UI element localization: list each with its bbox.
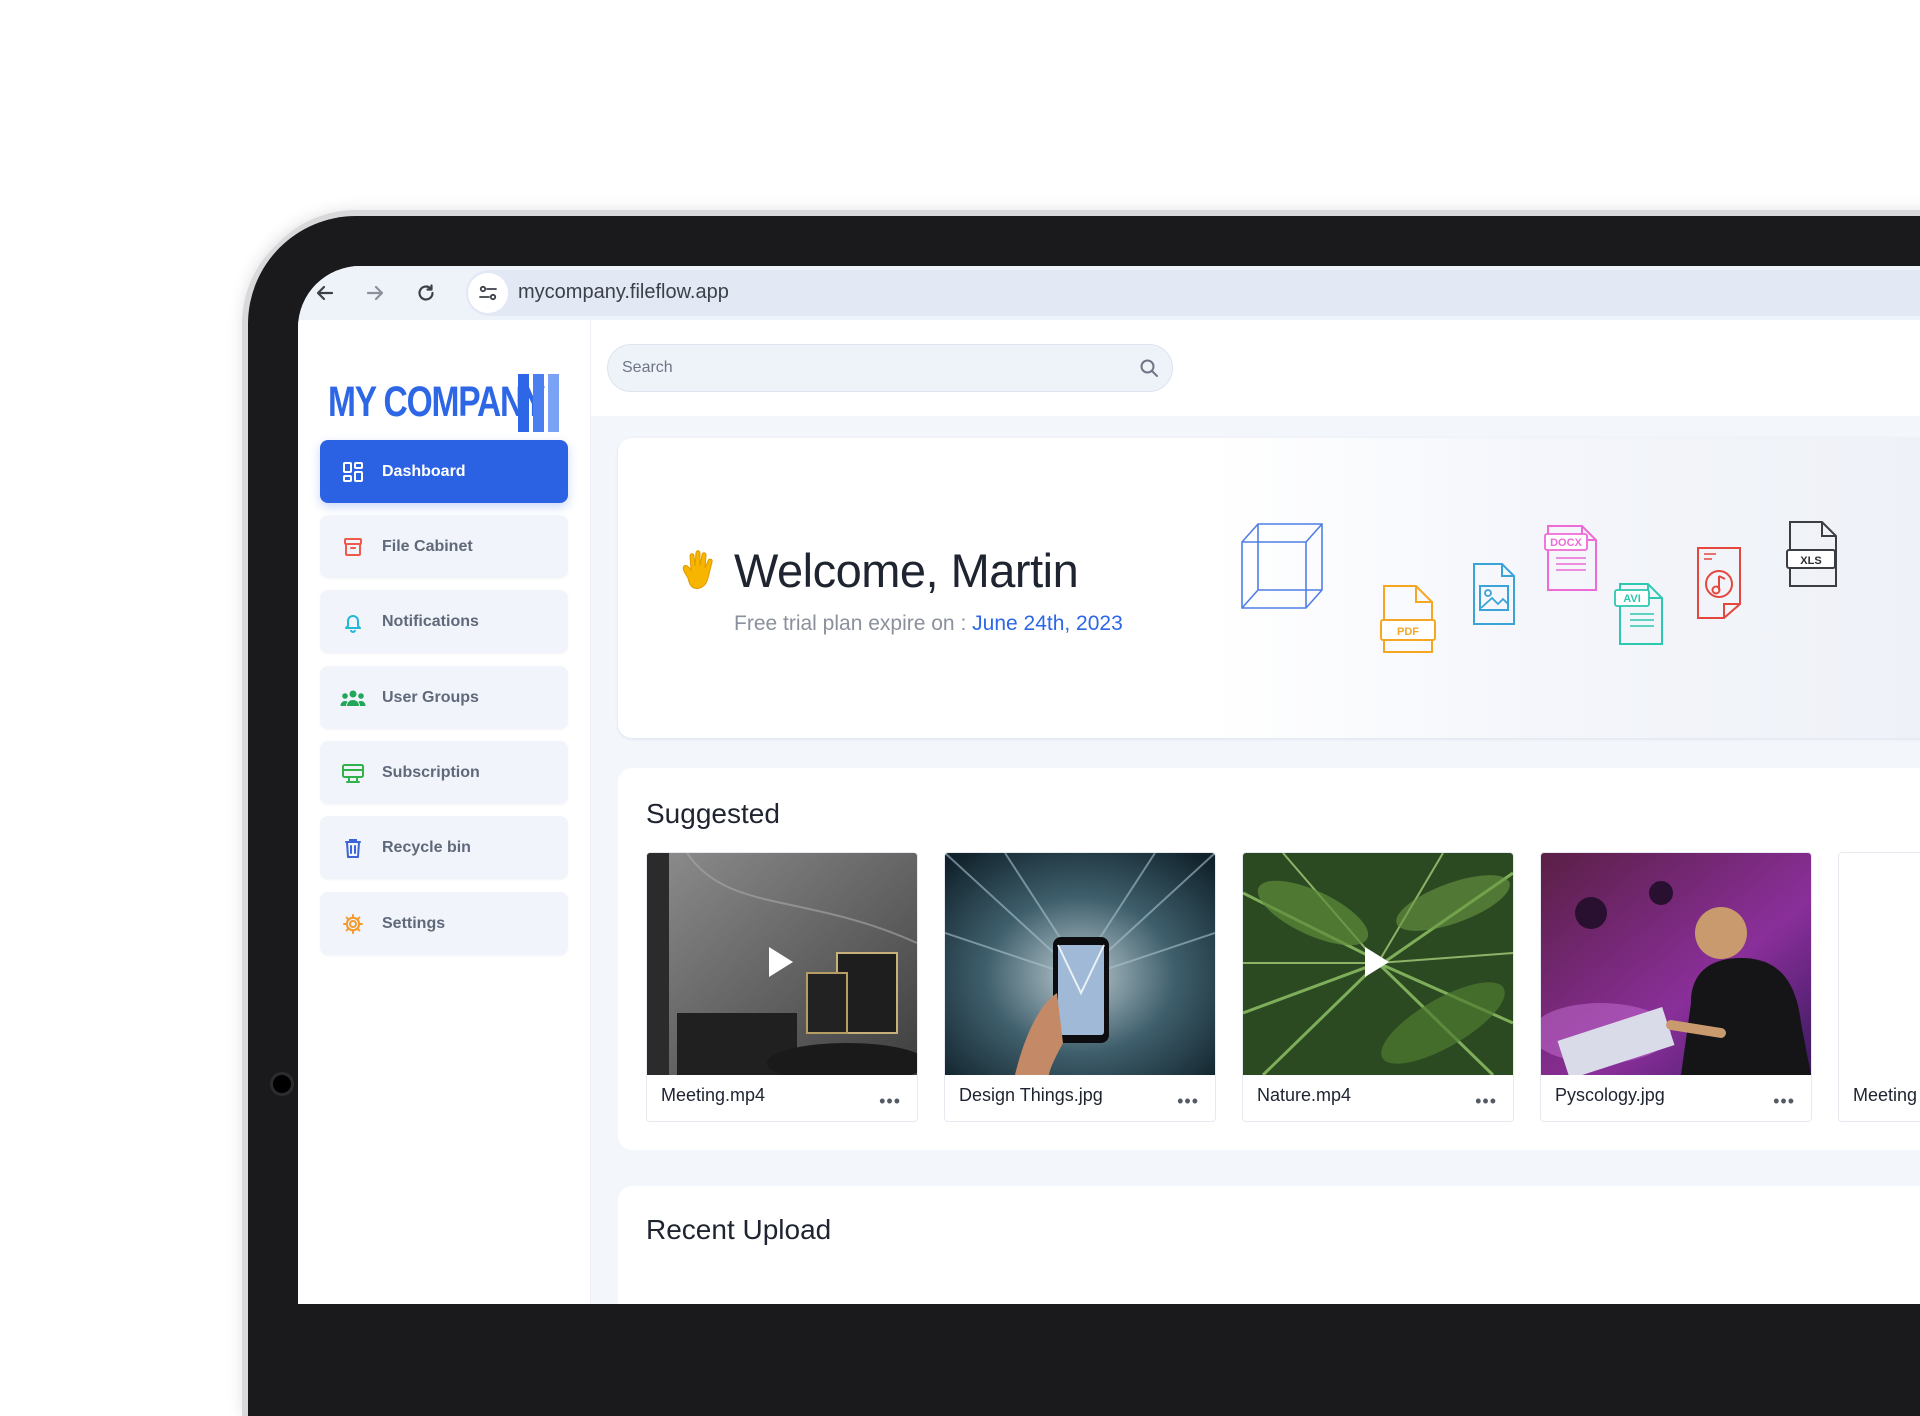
forward-button[interactable]	[360, 278, 390, 308]
trash-icon	[340, 835, 366, 861]
docx-label: DOCX	[1550, 537, 1582, 549]
logo-text: MY COMPANY	[328, 378, 545, 426]
subscription-icon	[340, 760, 366, 786]
recent-upload-title: Recent Upload	[646, 1214, 832, 1245]
browser-toolbar: mycompany.fileflow.app	[298, 266, 1920, 320]
file-name: Pyscology.jpg	[1555, 1085, 1665, 1105]
search-icon[interactable]	[1138, 357, 1160, 384]
sidebar-item-subscription[interactable]: Subscription	[320, 741, 568, 804]
more-options-icon[interactable]: •••	[1475, 1091, 1497, 1112]
sidebar-item-label: Recycle bin	[382, 838, 471, 856]
sidebar-item-dashboard[interactable]: Dashboard	[320, 440, 568, 503]
xls-file-icon: XLS	[1786, 521, 1837, 587]
sidebar-item-label: File Cabinet	[382, 537, 473, 555]
file-name: Meeting	[1853, 1085, 1918, 1105]
top-bar: Search	[591, 320, 1920, 416]
site-settings-icon	[479, 285, 497, 301]
more-options-icon[interactable]: •••	[1177, 1091, 1199, 1112]
logo-bars-icon	[518, 374, 564, 432]
url-text[interactable]: mycompany.fileflow.app	[518, 281, 729, 304]
bell-icon	[340, 609, 366, 635]
sidebar-item-notifications[interactable]: Notifications	[320, 590, 568, 653]
more-options-icon[interactable]: •••	[879, 1091, 901, 1112]
search-input[interactable]: Search	[607, 344, 1173, 392]
file-thumbnail[interactable]	[647, 853, 917, 1075]
sidebar-item-file-cabinet[interactable]: File Cabinet	[320, 515, 568, 578]
pdf-file-icon: PDF	[1380, 585, 1436, 653]
play-icon[interactable]	[1365, 947, 1389, 977]
file-thumbnail[interactable]	[1541, 853, 1811, 1075]
file-name: Nature.mp4	[1257, 1085, 1352, 1105]
dashboard-grid-icon	[340, 459, 366, 485]
search-placeholder: Search	[622, 359, 673, 376]
camera-icon	[270, 1072, 294, 1096]
file-thumbnail[interactable]	[1243, 853, 1513, 1075]
more-options-icon[interactable]: •••	[1773, 1091, 1795, 1112]
site-settings-button[interactable]	[468, 273, 508, 313]
file-card[interactable]: Meeting.mp4 •••	[646, 852, 918, 1122]
sidebar-item-settings[interactable]: Settings	[320, 892, 568, 955]
xls-label: XLS	[1800, 555, 1821, 567]
back-arrow-icon	[316, 285, 334, 301]
waving-hand-icon	[678, 548, 720, 599]
recent-upload-section: Recent Upload	[618, 1186, 1920, 1304]
welcome-subtitle: Free trial plan expire on : June 24th, 2…	[734, 612, 1123, 636]
forward-arrow-icon	[366, 285, 384, 301]
sidebar-item-label: Settings	[382, 914, 446, 932]
trial-label: Free trial plan expire on :	[734, 612, 967, 635]
welcome-title: Welcome, Martin	[734, 544, 1079, 597]
image-file-icon	[1473, 563, 1515, 625]
file-cabinet-icon	[340, 534, 366, 560]
reload-button[interactable]	[411, 278, 441, 308]
avi-label: AVI	[1623, 593, 1641, 605]
sidebar-item-label: Subscription	[382, 763, 480, 781]
suggested-section: Suggested Meeting.mp4 ••• Design Things.…	[618, 768, 1920, 1150]
play-icon[interactable]	[769, 947, 793, 977]
avi-file-icon: AVI	[1614, 583, 1663, 645]
sidebar-item-label: Notifications	[382, 612, 479, 630]
back-button[interactable]	[310, 278, 340, 308]
file-card[interactable]: Design Things.jpg •••	[944, 852, 1216, 1122]
company-logo[interactable]: MY COMPANY	[328, 374, 568, 434]
gear-icon	[340, 911, 366, 937]
file-card[interactable]: Pyscology.jpg •••	[1540, 852, 1812, 1122]
sidebar-item-recycle-bin[interactable]: Recycle bin	[320, 816, 568, 879]
file-card[interactable]: Meeting	[1838, 852, 1920, 1122]
pdf-label: PDF	[1397, 626, 1419, 638]
main-content: Search Welcome, Martin Free trial plan e…	[591, 320, 1920, 1304]
sidebar-item-label: User Groups	[382, 688, 479, 706]
music-file-icon	[1697, 547, 1741, 619]
file-thumbnail[interactable]	[945, 853, 1215, 1075]
file-card[interactable]: Nature.mp4 •••	[1242, 852, 1514, 1122]
reload-icon	[418, 284, 434, 301]
tablet-screen: mycompany.fileflow.app MY COMPANY Dashbo…	[298, 266, 1920, 1304]
docx-file-icon: DOCX	[1544, 525, 1597, 591]
file-name: Design Things.jpg	[959, 1085, 1103, 1105]
sidebar-item-label: Dashboard	[382, 462, 466, 480]
file-thumbnail[interactable]	[1839, 853, 1920, 1075]
cube-illustration-icon	[1241, 523, 1323, 609]
users-icon	[340, 685, 366, 711]
sidebar: MY COMPANY Dashboard File Cabinet Notifi…	[298, 320, 591, 1304]
welcome-banner: Welcome, Martin Free trial plan expire o…	[618, 438, 1920, 738]
suggested-title: Suggested	[646, 798, 780, 829]
trial-expiry-date: June 24th, 2023	[972, 612, 1123, 635]
file-name: Meeting.mp4	[661, 1085, 766, 1105]
sidebar-item-user-groups[interactable]: User Groups	[320, 666, 568, 729]
